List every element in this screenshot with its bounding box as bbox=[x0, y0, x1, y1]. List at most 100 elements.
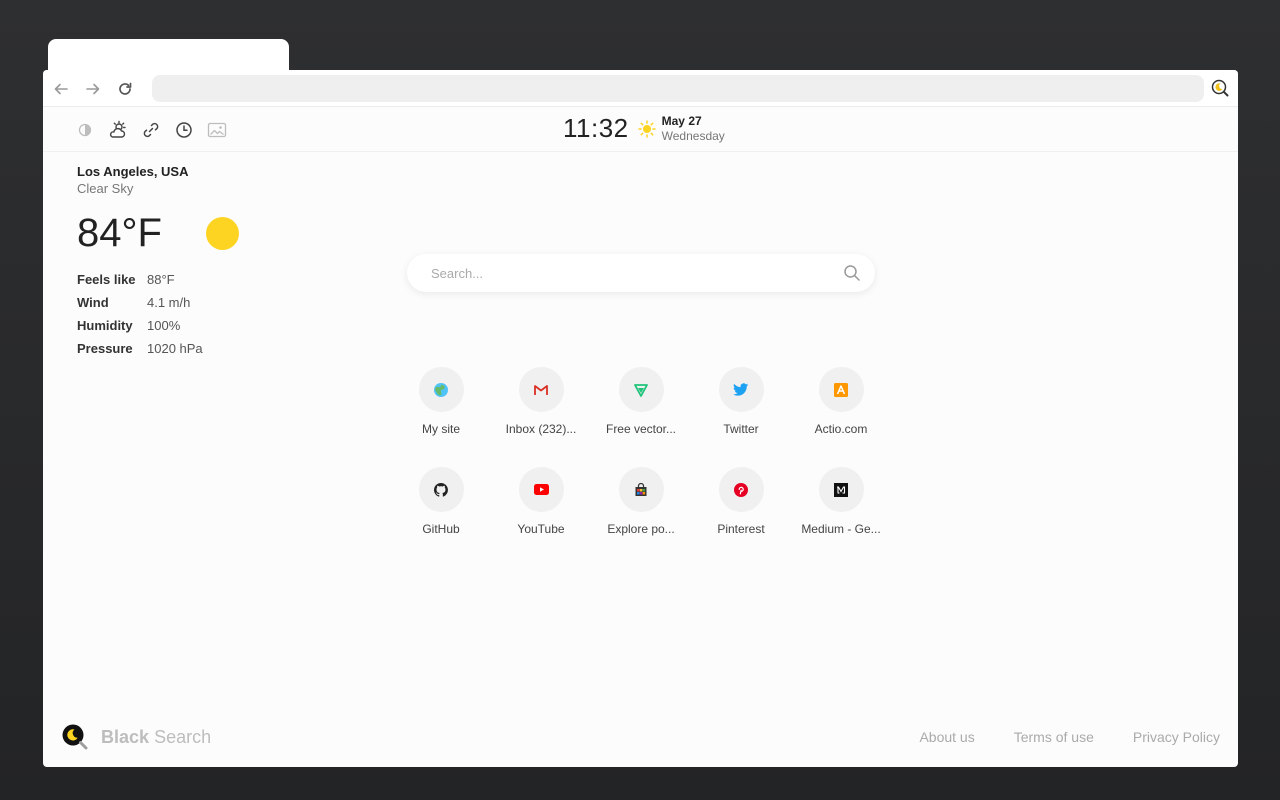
black-search-logo-icon bbox=[62, 724, 88, 750]
search-box bbox=[407, 254, 875, 292]
weather-temperature: 84°F bbox=[77, 210, 162, 255]
vector-icon bbox=[634, 383, 648, 397]
detail-label: Wind bbox=[77, 295, 109, 310]
footer: Black Search About us Terms of use Priva… bbox=[43, 709, 1238, 767]
address-bar[interactable] bbox=[152, 75, 1204, 102]
tool-icons bbox=[75, 120, 227, 140]
reload-button[interactable] bbox=[115, 79, 135, 99]
reload-icon bbox=[119, 82, 132, 95]
shortcut-github[interactable]: GitHub bbox=[391, 467, 491, 567]
weather-detail-row: Feels like 88°F bbox=[77, 268, 287, 291]
search-icon[interactable] bbox=[843, 264, 861, 282]
weather-detail-row: Pressure 1020 hPa bbox=[77, 337, 287, 360]
sun-icon bbox=[205, 216, 239, 250]
shortcut-label: My site bbox=[421, 422, 460, 436]
detail-value: 100% bbox=[147, 318, 181, 333]
weather-toggle-button[interactable] bbox=[108, 120, 128, 140]
shortcut-row: My site Inbox (232)... Free vector... Tw… bbox=[391, 367, 891, 467]
shortcut-label: GitHub bbox=[422, 522, 460, 536]
shortcut-label: Inbox (232)... bbox=[505, 422, 577, 436]
weather-detail-row: Wind 4.1 m/h bbox=[77, 291, 287, 314]
background-button[interactable] bbox=[207, 120, 227, 140]
weather-location: Los Angeles, USA bbox=[77, 164, 189, 179]
gmail-icon bbox=[534, 384, 548, 395]
shortcut-free-vector[interactable]: Free vector... bbox=[591, 367, 691, 467]
about-link[interactable]: About us bbox=[919, 729, 974, 745]
links-button[interactable] bbox=[141, 120, 161, 140]
shortcut-label: YouTube bbox=[517, 522, 565, 536]
weekday-label: Wednesday bbox=[661, 128, 725, 143]
shortcut-label: Free vector... bbox=[605, 422, 677, 436]
shortcut-actio[interactable]: Actio.com bbox=[791, 367, 891, 467]
brand-name: Black Search bbox=[101, 727, 211, 748]
clock-toggle-button[interactable] bbox=[174, 120, 194, 140]
shortcut-label: Pinterest bbox=[717, 522, 765, 536]
shortcut-label: Actio.com bbox=[814, 422, 868, 436]
globe-icon bbox=[434, 382, 448, 397]
shortcut-icon-wrap bbox=[618, 467, 664, 512]
shortcut-icon-wrap bbox=[418, 367, 464, 412]
weather-widget: Los Angeles, USA Clear Sky 84°F Feels li… bbox=[77, 164, 287, 360]
shortcut-inbox[interactable]: Inbox (232)... bbox=[491, 367, 591, 467]
shop-icon bbox=[635, 482, 647, 496]
clock-time: 11:32 bbox=[563, 113, 629, 143]
shortcut-twitter[interactable]: Twitter bbox=[691, 367, 791, 467]
actio-icon bbox=[834, 382, 848, 397]
shortcut-label: Explore po... bbox=[607, 522, 675, 536]
date-label: May 27 bbox=[661, 113, 702, 128]
shortcut-label: Medium - Ge... bbox=[801, 522, 881, 536]
shortcut-medium[interactable]: Medium - Ge... bbox=[791, 467, 891, 567]
back-button[interactable] bbox=[51, 79, 71, 99]
weather-detail-row: Humidity 100% bbox=[77, 314, 287, 337]
footer-links: About us Terms of use Privacy Policy bbox=[919, 729, 1220, 745]
browser-toolbar bbox=[43, 70, 1238, 107]
browser-window: 11:32 May 27 Wednesday Los Angeles, USA … bbox=[43, 70, 1238, 767]
privacy-link[interactable]: Privacy Policy bbox=[1133, 729, 1220, 745]
detail-label: Humidity bbox=[77, 318, 133, 333]
shortcut-youtube[interactable]: YouTube bbox=[491, 467, 591, 567]
sun-icon bbox=[637, 119, 656, 138]
pinterest-icon bbox=[734, 482, 748, 497]
shortcut-icon-wrap bbox=[518, 367, 564, 412]
shortcut-pinterest[interactable]: Pinterest bbox=[691, 467, 791, 567]
weather-icon bbox=[109, 120, 126, 138]
clock-widget: 11:32 May 27 Wednesday bbox=[563, 113, 725, 144]
extension-button[interactable] bbox=[1210, 78, 1230, 98]
detail-label: Pressure bbox=[77, 341, 133, 356]
detail-value: 88°F bbox=[147, 272, 175, 287]
theme-toggle-button[interactable] bbox=[75, 120, 95, 140]
weather-temp-row: 84°F bbox=[77, 208, 287, 258]
shortcut-explore[interactable]: Explore po... bbox=[591, 467, 691, 567]
shortcut-icon-wrap bbox=[418, 467, 464, 512]
terms-link[interactable]: Terms of use bbox=[1014, 729, 1094, 745]
forward-button[interactable] bbox=[83, 79, 103, 99]
shortcut-icon-wrap bbox=[818, 467, 864, 512]
brand[interactable]: Black Search bbox=[61, 723, 211, 751]
arrow-right-icon bbox=[86, 83, 100, 95]
clock-icon bbox=[176, 122, 192, 138]
youtube-icon bbox=[533, 484, 549, 495]
shortcut-grid: My site Inbox (232)... Free vector... Tw… bbox=[391, 367, 891, 567]
detail-value: 1020 hPa bbox=[147, 341, 203, 356]
detail-value: 4.1 m/h bbox=[147, 295, 191, 310]
shortcut-icon-wrap bbox=[718, 467, 764, 512]
arrow-left-icon bbox=[54, 83, 68, 95]
browser-tab[interactable] bbox=[48, 39, 289, 73]
weather-details: Feels like 88°F Wind 4.1 m/h Humidity 10… bbox=[77, 268, 287, 360]
github-icon bbox=[434, 482, 448, 497]
top-bar: 11:32 May 27 Wednesday bbox=[43, 107, 1238, 152]
brand-name-rest: Search bbox=[154, 726, 212, 747]
shortcut-icon-wrap bbox=[718, 367, 764, 412]
shortcut-icon-wrap bbox=[818, 367, 864, 412]
medium-icon bbox=[834, 482, 848, 497]
link-icon bbox=[143, 122, 159, 138]
shortcut-my-site[interactable]: My site bbox=[391, 367, 491, 467]
black-search-extension-icon bbox=[1211, 79, 1229, 97]
shortcut-row: GitHub YouTube Explore po... Pinterest M… bbox=[391, 467, 891, 567]
contrast-icon bbox=[78, 123, 92, 137]
date-box: May 27 Wednesday bbox=[662, 114, 725, 144]
shortcut-label: Twitter bbox=[723, 422, 759, 436]
search-input[interactable] bbox=[431, 254, 831, 292]
brand-name-bold: Black bbox=[101, 726, 150, 747]
twitter-icon bbox=[733, 382, 749, 396]
